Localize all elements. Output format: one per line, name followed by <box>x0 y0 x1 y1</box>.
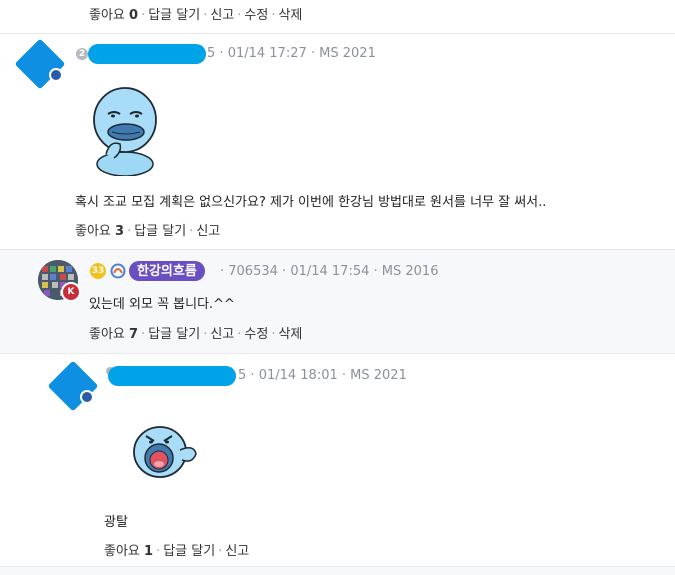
comment-item: 2 5 · 01/14 17:27 · MS 2021 혹시 조교 모집 계획은… <box>0 34 675 249</box>
device-label: MS 2016 <box>381 264 439 279</box>
reply-actions: 좋아요 1 · 답글 달기 · 신고 <box>104 544 250 559</box>
redacted-author[interactable] <box>108 366 236 386</box>
reply-text: 있는데 외모 꼭 봅니다.^^ <box>89 297 235 312</box>
previous-comment-footer: 좋아요 0 · 답글 달기 · 신고 · 수정 · 삭제 <box>0 0 675 33</box>
comment-actions: 좋아요 0 · 답글 달기 · 신고 · 수정 · 삭제 <box>89 8 303 23</box>
reply-item: 5 · 01/14 18:01 · MS 2021 광탈 좋아요 1 · 답글 달기… <box>0 354 675 566</box>
comment-actions: 좋아요 3 · 답글 달기 · 신고 <box>75 224 221 239</box>
grade-icon: 2 <box>76 48 88 60</box>
report-button[interactable]: 신고 <box>196 224 220 239</box>
duck-sticker <box>90 84 160 177</box>
device-label: MS 2021 <box>350 368 407 383</box>
avatar-badge: K <box>61 282 81 302</box>
edit-button[interactable]: 수정 <box>244 327 268 342</box>
report-button[interactable]: 신고 <box>210 8 234 23</box>
reply-button[interactable]: 답글 달기 <box>163 544 215 559</box>
timestamp: 01/14 17:54 <box>290 264 370 279</box>
reply-text: 광탈 <box>104 515 128 530</box>
avatar-badge <box>80 390 94 404</box>
next-comment-area <box>0 567 675 575</box>
like-button[interactable]: 좋아요 1 <box>104 544 153 559</box>
rank-icon <box>110 263 126 279</box>
comment-meta: 5 · 01/14 17:27 · MS 2021 <box>207 46 376 61</box>
delete-button[interactable]: 삭제 <box>278 8 302 23</box>
reply-button[interactable]: 답글 달기 <box>134 224 186 239</box>
reply-button[interactable]: 답글 달기 <box>148 327 200 342</box>
author-nickname[interactable]: 한강의흐름 <box>129 261 205 281</box>
level-icon: 33 <box>90 263 106 279</box>
like-button[interactable]: 좋아요 0 <box>89 8 138 23</box>
avatar-badge <box>49 68 63 82</box>
like-button[interactable]: 좋아요 7 <box>89 327 138 342</box>
reply-meta: 5 · 01/14 18:01 · MS 2021 <box>238 368 407 383</box>
edit-button[interactable]: 수정 <box>244 8 268 23</box>
redacted-author[interactable] <box>88 44 206 64</box>
timestamp: 01/14 17:27 <box>227 46 307 61</box>
reply-button[interactable]: 답글 달기 <box>148 8 200 23</box>
like-button[interactable]: 좋아요 3 <box>75 224 124 239</box>
reply-actions: 좋아요 7 · 답글 달기 · 신고 · 수정 · 삭제 <box>89 327 303 342</box>
comment-text: 혹시 조교 모집 계획은 없으신가요? 제가 이번에 한강님 방법대로 원서를 … <box>75 195 547 210</box>
report-button[interactable]: 신고 <box>225 544 249 559</box>
reply-meta: · 706534 · 01/14 17:54 · MS 2016 <box>220 264 439 279</box>
report-button[interactable]: 신고 <box>210 327 234 342</box>
reply-item: K 33 한강의흐름 · 706534 · 01/14 17:54 · MS 2… <box>0 250 675 353</box>
duck-sticker <box>128 420 200 478</box>
device-label: MS 2021 <box>319 46 376 61</box>
author-id: 706534 <box>228 264 278 279</box>
delete-button[interactable]: 삭제 <box>278 327 302 342</box>
timestamp: 01/14 18:01 <box>258 368 338 383</box>
